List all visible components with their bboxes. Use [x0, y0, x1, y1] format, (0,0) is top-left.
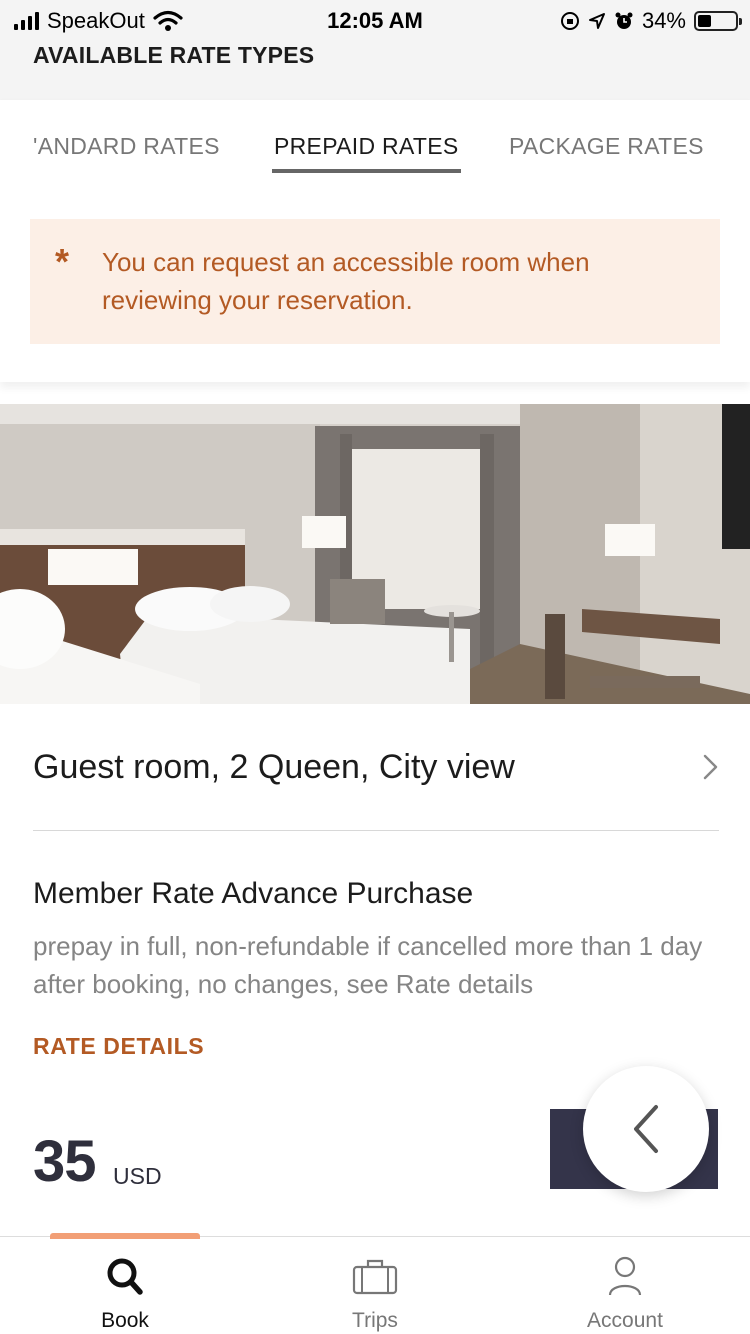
rate-description: prepay in full, non-refundable if cancel… — [33, 931, 703, 999]
rate-type-tabs: 'ANDARD RATES PREPAID RATES PACKAGE RATE… — [0, 100, 750, 192]
bottom-nav: Book Trips Account — [0, 1233, 750, 1334]
tab-package-rates[interactable]: PACKAGE RATES — [509, 133, 704, 160]
chevron-left-icon — [634, 1105, 658, 1153]
collapse-fab-button[interactable] — [583, 1066, 709, 1192]
nav-trips-label: Trips — [352, 1309, 398, 1332]
nav-account-label: Account — [587, 1309, 663, 1332]
rate-name: Member Rate Advance Purchase — [33, 877, 474, 910]
asterisk-icon: * — [55, 241, 70, 282]
notice-section: * You can request an accessible room whe… — [0, 192, 750, 382]
top-header: SpeakOut 12:05 AM 34% AVAILABLE RATE TYP… — [0, 0, 750, 100]
battery-icon — [694, 11, 742, 31]
alarm-icon — [615, 12, 633, 29]
room-photo-illustration — [0, 404, 750, 704]
rotation-lock-icon — [560, 12, 579, 30]
person-icon — [608, 1256, 642, 1296]
nav-book[interactable]: Book — [0, 1237, 250, 1334]
divider — [33, 830, 719, 831]
search-icon — [107, 1258, 143, 1295]
tab-prepaid-rates[interactable]: PREPAID RATES — [274, 133, 459, 160]
nav-trips[interactable]: Trips — [250, 1237, 500, 1334]
price-currency: USD — [113, 1163, 162, 1189]
notice-text: You can request an accessible room when … — [102, 247, 590, 315]
tab-standard-rates[interactable]: 'ANDARD RATES — [33, 133, 220, 160]
page-title: AVAILABLE RATE TYPES — [33, 42, 315, 68]
room-title[interactable]: Guest room, 2 Queen, City view — [33, 748, 515, 787]
nav-book-label: Book — [101, 1309, 149, 1332]
nav-account[interactable]: Account — [500, 1237, 750, 1334]
accessibility-notice: * You can request an accessible room whe… — [30, 219, 720, 344]
status-bar: SpeakOut 12:05 AM 34% — [0, 0, 750, 42]
rate-details-link[interactable]: RATE DETAILS — [33, 1033, 204, 1060]
chevron-right-icon[interactable] — [698, 752, 722, 782]
status-icons: 34% — [560, 8, 742, 34]
price-amount: 35 — [33, 1129, 97, 1194]
room-photo[interactable] — [0, 404, 750, 704]
battery-percent: 34% — [641, 8, 686, 33]
location-icon — [588, 13, 605, 29]
active-tab-indicator — [272, 169, 461, 173]
suitcase-icon — [352, 1259, 398, 1295]
